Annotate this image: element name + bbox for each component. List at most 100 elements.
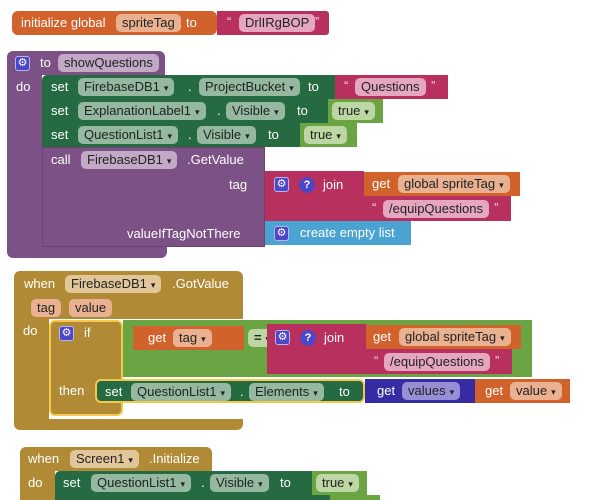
close-quote: ” [315, 14, 320, 29]
join-block[interactable]: ⚙ ? join [265, 171, 364, 221]
call-label: call [51, 152, 71, 167]
param-value[interactable]: value [69, 299, 113, 317]
create-empty-list-label: create empty list [300, 225, 395, 240]
to-label: to [280, 475, 291, 490]
component-dropdown[interactable]: FirebaseDB1 ▾ [78, 78, 175, 96]
boolean-true-block[interactable]: true ▾ [328, 99, 383, 123]
close-quote: ” [431, 78, 436, 93]
dot-label: . [201, 475, 205, 490]
event-body-rail: do [20, 471, 55, 500]
screen-initialize-event-block[interactable]: when Screen1 ▾ .Initialize [20, 447, 212, 471]
gear-icon[interactable]: ⚙ [59, 326, 74, 341]
boolean-dropdown[interactable]: true ▾ [304, 126, 347, 144]
event-bottom [14, 419, 243, 430]
dot-label: . [240, 384, 244, 399]
property-dropdown[interactable]: Visible ▾ [226, 102, 285, 120]
text-block-equip-questions[interactable]: “ /equipQuestions ” [364, 196, 511, 221]
text-value-field[interactable]: Questions [355, 78, 426, 96]
component-dropdown[interactable]: QuestionList1 ▾ [78, 126, 179, 144]
dictionary-op-dropdown[interactable]: values ▾ [402, 382, 461, 400]
then-label: then [59, 383, 85, 398]
event-name-label: .GotValue [172, 276, 229, 291]
set-statement-explanation-visible[interactable]: set ExplanationLabel1 ▾ . Visible ▾ to [42, 99, 328, 123]
variable-dropdown[interactable]: tag ▾ [173, 329, 212, 347]
gear-icon[interactable]: ⚙ [274, 177, 289, 192]
set-label: set [105, 384, 123, 399]
do-label: do [23, 323, 38, 338]
initialize-global-block[interactable]: initialize global spriteTag to [12, 11, 217, 35]
set-statement-questionlist-visible[interactable]: set QuestionList1 ▾ . Visible ▾ to [55, 471, 312, 495]
boolean-true-block[interactable]: true ▾ [312, 471, 367, 495]
component-dropdown[interactable]: ExplanationLabel1 ▾ [78, 102, 206, 120]
when-label: when [28, 451, 60, 466]
dot-label: . [217, 103, 221, 118]
boolean-dropdown[interactable]: true ▾ [332, 102, 375, 120]
get-values-block[interactable]: get values ▾ [365, 379, 475, 403]
dropdown-icon: ▾ [150, 280, 156, 290]
component-dropdown[interactable]: FirebaseDB1 ▾ [65, 275, 162, 293]
property-dropdown[interactable]: Visible ▾ [210, 474, 269, 492]
if-label: if [84, 325, 91, 340]
get-global-var-block[interactable]: get global spriteTag ▾ [364, 172, 520, 196]
dropdown-icon: ▾ [551, 387, 556, 397]
procedure-body-rail: do [7, 75, 42, 243]
gear-icon[interactable]: ⚙ [275, 330, 290, 345]
gear-icon[interactable]: ⚙ [274, 226, 289, 241]
do-label: do [16, 79, 31, 94]
text-block-sprite-tag[interactable]: “ DrlIRgBOP ” [217, 11, 329, 35]
component-dropdown[interactable]: FirebaseDB1 ▾ [81, 151, 178, 169]
dropdown-icon: ▾ [449, 387, 455, 397]
value-if-tag-not-there-label: valueIfTagNotThere [127, 226, 241, 241]
join-block[interactable]: ⚙ ? join [267, 324, 366, 374]
global-var-name-field[interactable]: spriteTag [116, 14, 181, 32]
gear-icon[interactable]: ⚙ [15, 56, 30, 71]
variable-dropdown[interactable]: global spriteTag ▾ [399, 328, 511, 346]
set-label: set [51, 79, 69, 94]
property-dropdown[interactable]: Visible ▾ [197, 126, 256, 144]
component-dropdown[interactable]: Screen1 ▾ [70, 450, 139, 468]
help-icon[interactable]: ? [299, 177, 315, 193]
dropdown-icon: ▾ [500, 333, 505, 343]
event-name-label: .Initialize [149, 451, 200, 466]
procedure-name-field[interactable]: showQuestions [58, 54, 159, 72]
boolean-dropdown[interactable]: true ▾ [316, 474, 359, 492]
text-value-field[interactable]: /equipQuestions [384, 353, 490, 371]
property-dropdown[interactable]: Elements ▾ [249, 383, 324, 401]
get-label: get [372, 176, 391, 191]
dropdown-icon: ▾ [167, 131, 173, 141]
text-value-field[interactable]: /equipQuestions [383, 200, 489, 218]
get-value-block[interactable]: get value ▾ [475, 379, 570, 403]
variable-dropdown[interactable]: value ▾ [510, 382, 562, 400]
set-label: set [63, 475, 81, 490]
text-block-questions[interactable]: “ Questions ” [335, 75, 448, 99]
param-tag[interactable]: tag [31, 299, 62, 317]
text-value-field[interactable]: DrlIRgBOP [239, 14, 316, 32]
open-quote: “ [227, 14, 232, 29]
variable-dropdown[interactable]: global spriteTag ▾ [398, 175, 510, 193]
close-quote: ” [495, 353, 500, 368]
text-block-equip-questions[interactable]: “ /equipQuestions ” [366, 349, 512, 374]
initialize-global-label: initialize global [21, 15, 106, 30]
open-quote: “ [344, 78, 349, 93]
boolean-true-block[interactable]: true ▾ [300, 123, 357, 147]
get-tag-block[interactable]: get tag ▾ [133, 326, 244, 350]
set-statement-questionlist-elements[interactable]: set QuestionList1 ▾ . Elements ▾ to [95, 379, 365, 403]
to-label: to [297, 103, 308, 118]
dropdown-icon: ▾ [220, 388, 226, 398]
component-dropdown[interactable]: QuestionList1 ▾ [131, 383, 232, 401]
set-statement-projectbucket[interactable]: set FirebaseDB1 ▾ . ProjectBucket ▾ to [42, 75, 335, 99]
get-global-var-block[interactable]: get global spriteTag ▾ [366, 325, 521, 349]
help-icon[interactable]: ? [300, 330, 316, 346]
tag-socket-label: tag [229, 177, 248, 192]
to-label: to [339, 384, 350, 399]
property-dropdown[interactable]: ProjectBucket ▾ [199, 78, 300, 96]
procedure-block[interactable]: ⚙ to showQuestions [7, 51, 165, 75]
got-value-event-block[interactable]: when FirebaseDB1 ▾ .GotValue tag value [14, 271, 243, 319]
component-dropdown[interactable]: QuestionList1 ▾ [91, 474, 192, 492]
when-label: when [24, 276, 56, 291]
create-empty-list-block[interactable]: ⚙ create empty list [265, 221, 411, 245]
dropdown-icon: ▾ [364, 107, 369, 117]
set-statement-questionlist-visible[interactable]: set QuestionList1 ▾ . Visible ▾ to [42, 123, 300, 147]
call-getvalue-block[interactable]: call FirebaseDB1 ▾ .GetValue tag valueIfT… [42, 147, 265, 247]
dropdown-icon: ▾ [499, 180, 504, 190]
